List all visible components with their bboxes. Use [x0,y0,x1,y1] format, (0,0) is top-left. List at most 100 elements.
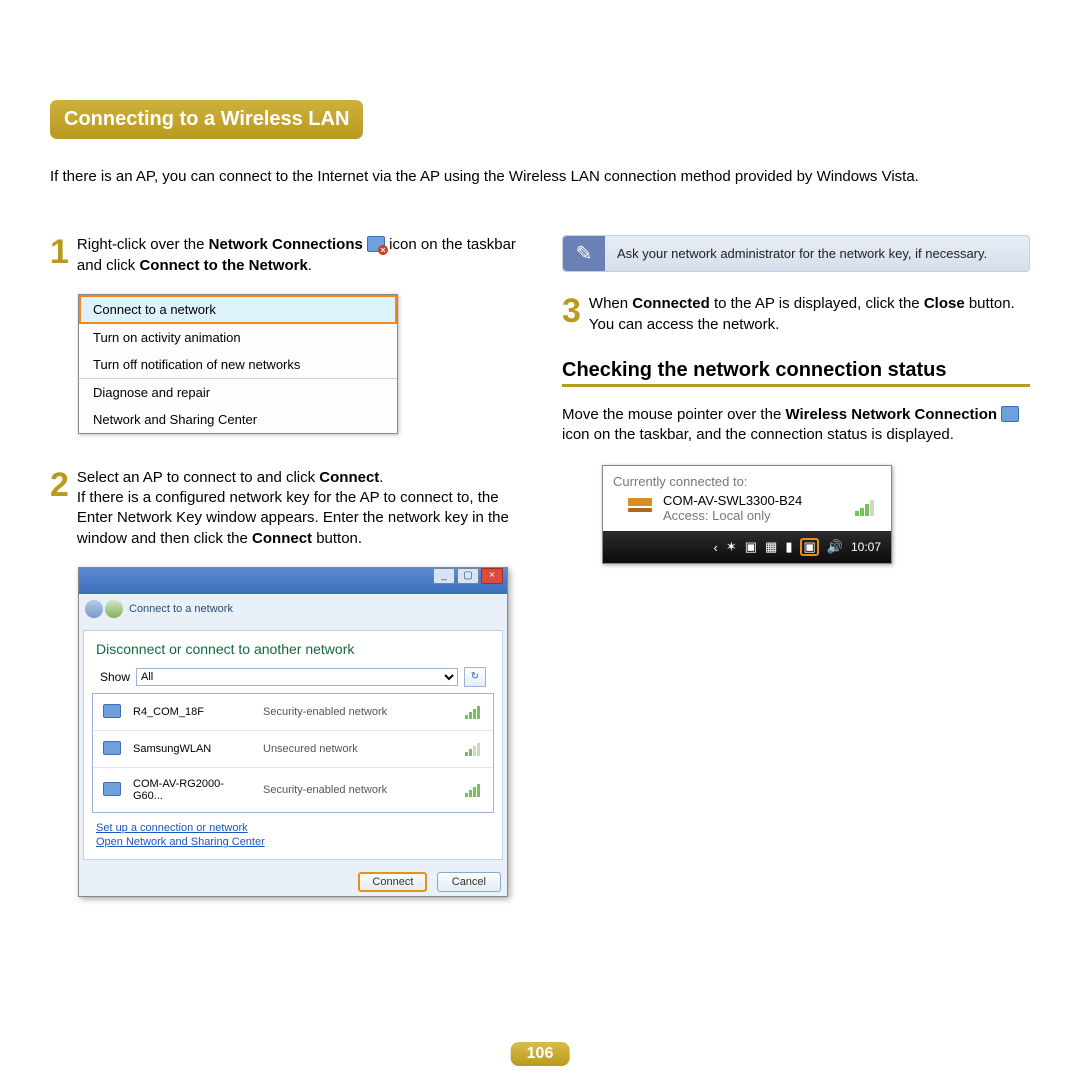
subheading: Checking the network connection status [562,359,1030,382]
network-icon [103,782,123,798]
step-text-bold: Connect [319,469,379,486]
network-name: SamsungWLAN [133,743,253,755]
connect-button[interactable]: Connect [358,872,427,892]
left-column: 1 Right-click over the Network Connectio… [50,235,518,931]
refresh-button[interactable]: ↻ [464,667,486,687]
signal-strength-icon [465,783,483,797]
step-text-bold: Connect [252,530,312,547]
window-links: Set up a connection or network Open Netw… [92,813,494,851]
network-connected-icon [1001,406,1019,422]
close-button[interactable]: × [481,568,503,584]
network-row[interactable]: R4_COM_18F Security-enabled network [93,694,493,731]
network-icon [103,704,123,720]
step-text: Right-click over the Network Connections… [77,235,518,276]
tray-status-figure: Currently connected to: COM-AV-SWL3300-B… [602,465,892,564]
window-titlebar: _ ▢ × [79,568,507,594]
connect-window-figure: _ ▢ × Connect to a network Disconnect or… [78,567,508,897]
step-text: Select an AP to connect to and click Con… [77,468,518,549]
park-bench-icon [625,496,655,520]
network-row[interactable]: SamsungWLAN Unsecured network [93,731,493,768]
network-list: R4_COM_18F Security-enabled network Sams… [92,693,494,813]
network-security: Unsecured network [263,743,455,755]
tray-access: Access: Local only [663,508,802,523]
window-body: Disconnect or connect to another network… [83,630,503,860]
show-select[interactable]: All [136,668,458,686]
step-text-fragment: button. [312,530,362,547]
right-column: ✎ Ask your network administrator for the… [562,235,1030,931]
forward-icon[interactable] [105,600,123,618]
context-menu-item-connect[interactable]: Connect to a network [79,295,397,324]
signal-strength-icon [465,742,483,756]
network-disconnected-icon [367,236,385,252]
checking-text: Move the mouse pointer over the Wireless… [562,405,1030,446]
step-number: 2 [50,468,69,549]
show-filter-row: Show All ↻ [92,665,494,693]
maximize-button[interactable]: ▢ [457,568,479,584]
tray-icon[interactable]: ▦ [765,539,777,555]
subheading-rule [562,384,1030,387]
page-number: 106 [511,1042,570,1066]
info-note: ✎ Ask your network administrator for the… [562,235,1030,272]
step-text-fragment: to the AP is displayed, click the [710,295,924,312]
tray-label: Currently connected to: [613,474,881,489]
step-text-fragment: . [379,469,383,486]
text-fragment: icon on the taskbar, and the connection … [562,426,954,443]
signal-strength-icon [465,705,483,719]
context-menu-figure: Connect to a network Turn on activity an… [78,294,398,434]
step-text-bold: Connected [632,295,710,312]
text-fragment: Move the mouse pointer over the [562,406,785,423]
context-menu-item[interactable]: Turn off notification of new networks [79,351,397,378]
step-number: 3 [562,294,581,335]
volume-icon[interactable]: 🔊 [827,539,843,555]
context-menu-item[interactable]: Network and Sharing Center [79,406,397,433]
step-text-fragment: button. [965,295,1015,312]
step-text-bold: Close [924,295,965,312]
step-text-bold: Connect to the Network [139,257,307,274]
step-text-fragment: Select an AP to connect to and click [77,469,319,486]
step-text-fragment: You can access the network. [589,316,779,333]
tray-ssid: COM-AV-SWL3300-B24 [663,493,802,508]
nav-icons [85,600,123,618]
section-title: Connecting to a Wireless LAN [50,100,363,139]
open-network-center-link[interactable]: Open Network and Sharing Center [96,835,490,849]
network-tray-icon[interactable]: ▣ [800,538,818,556]
tray-icon[interactable]: ▣ [745,539,757,555]
cancel-button[interactable]: Cancel [437,872,501,892]
note-icon: ✎ [563,236,605,271]
back-icon[interactable] [85,600,103,618]
minimize-button[interactable]: _ [433,568,455,584]
window-breadcrumb: Connect to a network [79,594,507,626]
chevron-left-icon[interactable]: ‹ [713,540,717,555]
tray-network-info: COM-AV-SWL3300-B24 Access: Local only [663,493,802,523]
step-number: 1 [50,235,69,276]
network-row[interactable]: COM-AV-RG2000-G60... Security-enabled ne… [93,768,493,812]
network-name: COM-AV-RG2000-G60... [133,778,253,802]
taskbar-tray: ‹ ✶ ▣ ▦ ▮ ▣ 🔊 10:07 [603,531,891,563]
intro-text: If there is an AP, you can connect to th… [50,167,1030,187]
tray-tooltip: Currently connected to: COM-AV-SWL3300-B… [603,466,891,531]
step-1: 1 Right-click over the Network Connectio… [50,235,518,276]
window-heading: Disconnect or connect to another network [92,639,494,665]
breadcrumb-text: Connect to a network [129,603,233,615]
tray-clock: 10:07 [851,540,881,554]
context-menu-item[interactable]: Diagnose and repair [79,379,397,406]
note-text: Ask your network administrator for the n… [617,236,997,271]
step-text-fragment: . [308,257,312,274]
step-3: 3 When Connected to the AP is displayed,… [562,294,1030,335]
network-security: Security-enabled network [263,784,455,796]
signal-strength-icon [855,500,877,516]
tray-network-row: COM-AV-SWL3300-B24 Access: Local only [613,489,881,523]
battery-icon[interactable]: ▮ [785,539,792,555]
step-2: 2 Select an AP to connect to and click C… [50,468,518,549]
text-bold: Wireless Network Connection [785,406,997,423]
window-controls: _ ▢ × [433,568,503,584]
context-menu-item[interactable]: Turn on activity animation [79,324,397,351]
content-columns: 1 Right-click over the Network Connectio… [50,235,1030,931]
step-text-bold: Network Connections [209,236,363,253]
step-text-fragment: Right-click over the [77,236,209,253]
step-text: When Connected to the AP is displayed, c… [589,294,1015,335]
window-buttons: Connect Cancel [79,864,507,896]
tray-icon[interactable]: ✶ [726,539,737,555]
setup-connection-link[interactable]: Set up a connection or network [96,821,490,835]
network-name: R4_COM_18F [133,706,253,718]
